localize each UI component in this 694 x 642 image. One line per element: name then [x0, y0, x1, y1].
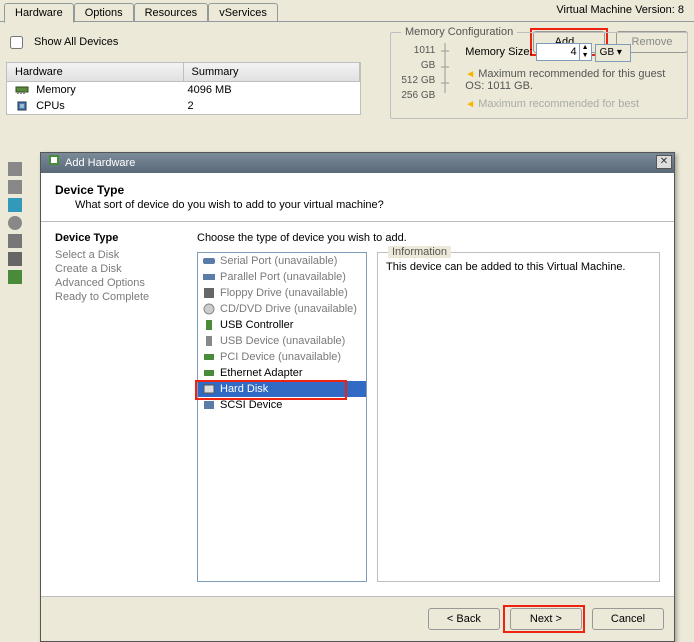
memory-size-label: Memory Size:: [465, 46, 532, 58]
information-group: Information This device can be added to …: [377, 252, 660, 582]
tab-resources[interactable]: Resources: [134, 3, 209, 22]
nic-icon: [8, 270, 22, 284]
list-item[interactable]: Parallel Port (unavailable): [198, 269, 366, 285]
spinner-arrows[interactable]: ▲▼: [579, 44, 591, 60]
parallel-port-icon: [202, 270, 216, 284]
show-all-devices-label: Show All Devices: [34, 36, 118, 48]
nav-step: Advanced Options: [55, 276, 185, 290]
nav-step: Ready to Complete: [55, 290, 185, 304]
hw-col-summary[interactable]: Summary: [184, 63, 361, 81]
list-item[interactable]: PCI Device (unavailable): [198, 349, 366, 365]
hardware-table: Hardware Summary Memory 4096 MB CPUs 2: [6, 62, 361, 115]
list-item[interactable]: Ethernet Adapter: [198, 365, 366, 381]
device-type-list[interactable]: Serial Port (unavailable) Parallel Port …: [197, 252, 367, 582]
tab-options[interactable]: Options: [74, 3, 134, 22]
tab-strip: Hardware Options Resources vServices Vir…: [0, 0, 694, 21]
memory-unit-select[interactable]: GB ▾: [595, 44, 631, 62]
close-icon[interactable]: ✕: [656, 155, 672, 169]
usb-device-icon: [202, 334, 216, 348]
add-hardware-dialog: Add Hardware ✕ Device Type What sort of …: [40, 152, 675, 642]
nav-step: Select a Disk: [55, 248, 185, 262]
usb-icon: [202, 318, 216, 332]
list-item[interactable]: Serial Port (unavailable): [198, 253, 366, 269]
nic-icon: [202, 366, 216, 380]
marker-icon: ◄: [465, 99, 475, 110]
dialog-titlebar[interactable]: Add Hardware ✕: [41, 153, 674, 173]
nav-step: Create a Disk: [55, 262, 185, 276]
serial-port-icon: [202, 254, 216, 268]
marker-icon: ◄: [465, 69, 475, 80]
cd-icon: [8, 216, 22, 230]
pci-icon: [202, 350, 216, 364]
hardware-panel: Show All Devices Add... Remove Hardware …: [0, 21, 694, 621]
list-item[interactable]: USB Device (unavailable): [198, 333, 366, 349]
next-button-highlight: Next >: [503, 605, 585, 633]
page-title: Device Type: [55, 183, 660, 197]
vm-version-label: Virtual Machine Version: 8: [556, 4, 684, 16]
memory-config-group: Memory Configuration 1011 GB 512 GB 256 …: [390, 32, 688, 119]
show-all-devices-checkbox[interactable]: [10, 36, 23, 49]
list-item[interactable]: CD/DVD Drive (unavailable): [198, 301, 366, 317]
hw-col-hardware[interactable]: Hardware: [7, 63, 184, 81]
scsi-icon: [202, 398, 216, 412]
hard-disk-highlight: [195, 380, 347, 400]
list-item[interactable]: USB Controller: [198, 317, 366, 333]
list-item[interactable]: Floppy Drive (unavailable): [198, 285, 366, 301]
vmci-icon: [8, 180, 22, 194]
wizard-nav: Device Type Select a Disk Create a Disk …: [55, 232, 185, 582]
floppy-icon: [8, 252, 22, 266]
device-side-icons: [8, 162, 24, 288]
cd-icon: [202, 302, 216, 316]
tab-hardware[interactable]: Hardware: [4, 3, 74, 23]
cpu-icon: [15, 100, 29, 112]
memory-scale: 1011 GB 512 GB 256 GB: [399, 43, 435, 110]
wizard-icon: [47, 153, 61, 174]
disk-icon: [8, 234, 22, 248]
memory-legend: Memory Configuration: [401, 26, 517, 38]
info-text: This device can be added to this Virtual…: [386, 261, 651, 273]
video-icon: [8, 162, 22, 176]
memory-size-input[interactable]: 4 ▲▼: [536, 43, 592, 61]
device-instruction: Choose the type of device you wish to ad…: [197, 232, 660, 244]
dialog-footer: < Back Next > Cancel: [41, 596, 674, 641]
table-row[interactable]: Memory 4096 MB: [7, 82, 360, 98]
floppy-icon: [202, 286, 216, 300]
memory-icon: [15, 84, 29, 96]
scsi-icon: [8, 198, 22, 212]
table-row[interactable]: CPUs 2: [7, 98, 360, 114]
tab-vservices[interactable]: vServices: [208, 3, 278, 22]
page-subtitle: What sort of device do you wish to add t…: [75, 199, 660, 211]
